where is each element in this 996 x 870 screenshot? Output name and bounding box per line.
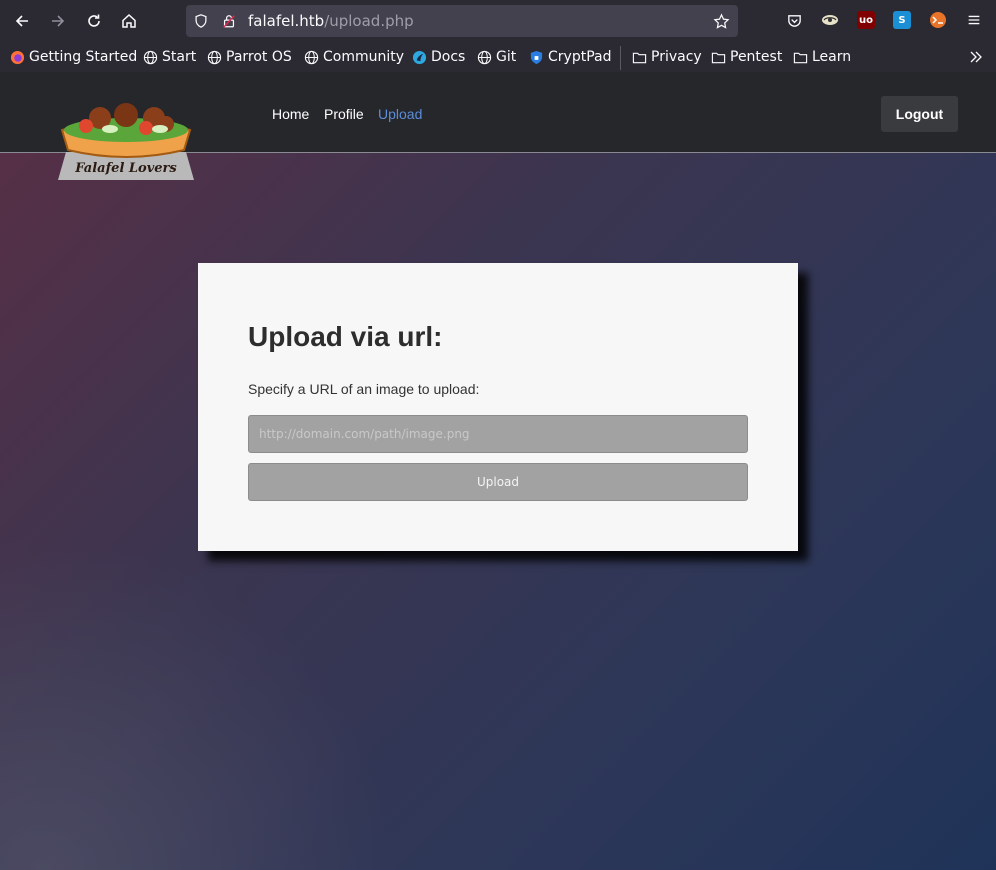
reload-button[interactable] xyxy=(79,6,109,36)
folder-icon xyxy=(793,50,808,65)
bookmark-label: Start xyxy=(162,49,197,65)
s-extension-label: S xyxy=(898,14,906,26)
bookmark-label: Docs xyxy=(431,49,466,65)
bookmark-git[interactable]: Git xyxy=(477,48,516,66)
home-button[interactable] xyxy=(114,6,144,36)
bookmark-label: Parrot OS xyxy=(226,49,292,65)
s-extension-icon[interactable]: S xyxy=(893,11,911,29)
back-button[interactable] xyxy=(7,6,37,36)
url-text[interactable]: falafel.htb/upload.php xyxy=(248,12,414,30)
pocket-icon[interactable] xyxy=(785,11,803,29)
bookmark-folder-learn[interactable]: Learn xyxy=(793,48,851,66)
shield-icon xyxy=(529,50,544,65)
folder-icon xyxy=(711,50,726,65)
bookmark-start[interactable]: Start xyxy=(143,48,196,66)
bookmark-parrot-os[interactable]: Parrot OS xyxy=(207,48,292,66)
nav-link-home[interactable]: Home xyxy=(272,106,309,122)
bookmarks-overflow-chevron-icon[interactable] xyxy=(968,48,984,66)
site-logo[interactable]: Falafel Lovers xyxy=(56,102,196,182)
globe-icon xyxy=(304,50,319,65)
globe-icon xyxy=(477,50,492,65)
bookmark-folder-pentest[interactable]: Pentest xyxy=(711,48,782,66)
bookmarks-toolbar: Getting Started Start Parrot OS Communit… xyxy=(0,42,996,72)
hackbar-icon[interactable] xyxy=(821,11,839,29)
logo-text: Falafel Lovers xyxy=(74,161,177,176)
insecure-lock-icon[interactable] xyxy=(220,12,238,30)
home-icon xyxy=(122,13,136,28)
globe-icon xyxy=(143,50,158,65)
logout-button[interactable]: Logout xyxy=(881,96,958,132)
image-url-input[interactable] xyxy=(248,415,748,453)
bookmark-community[interactable]: Community xyxy=(304,48,404,66)
bookmark-folder-privacy[interactable]: Privacy xyxy=(632,48,702,66)
tracking-shield-icon[interactable] xyxy=(192,12,210,30)
forward-button[interactable] xyxy=(43,6,73,36)
upload-title: Upload via url: xyxy=(248,321,443,352)
url-host: falafel.htb xyxy=(248,12,325,30)
url-path: /upload.php xyxy=(324,12,414,30)
forward-arrow-icon xyxy=(52,15,65,27)
ublock-icon[interactable]: uo xyxy=(857,11,875,29)
nav-link-upload[interactable]: Upload xyxy=(378,106,422,122)
folder-icon xyxy=(632,50,647,65)
bookmark-label: Privacy xyxy=(651,49,702,65)
reload-icon xyxy=(88,14,100,27)
firefox-icon xyxy=(10,50,25,65)
foxyproxy-icon[interactable] xyxy=(929,11,947,29)
docs-icon xyxy=(412,50,427,65)
ublock-icon-label: uo xyxy=(859,14,873,26)
address-bar[interactable]: falafel.htb/upload.php xyxy=(186,5,738,37)
bookmarks-separator xyxy=(620,46,621,70)
bookmark-label: Git xyxy=(496,49,517,65)
bookmark-getting-started[interactable]: Getting Started xyxy=(10,48,137,66)
upload-card: Upload via url: Specify a URL of an imag… xyxy=(198,263,798,551)
back-arrow-icon xyxy=(15,15,28,27)
nav-link-profile[interactable]: Profile xyxy=(324,106,364,122)
bookmark-docs[interactable]: Docs xyxy=(412,48,465,66)
menu-hamburger-icon[interactable] xyxy=(965,11,983,29)
upload-button[interactable]: Upload xyxy=(248,463,748,501)
browser-toolbar: falafel.htb/upload.php uo S xyxy=(0,0,996,42)
globe-icon xyxy=(207,50,222,65)
bookmark-star-icon[interactable] xyxy=(712,12,730,30)
bookmark-label: Getting Started xyxy=(29,49,138,65)
bookmark-cryptpad[interactable]: CryptPad xyxy=(529,48,611,66)
bookmark-label: Pentest xyxy=(730,49,783,65)
bookmark-label: Community xyxy=(323,49,405,65)
upload-description: Specify a URL of an image to upload: xyxy=(248,381,480,397)
bookmark-label: CryptPad xyxy=(548,49,612,65)
bookmark-label: Learn xyxy=(812,49,852,65)
page-content: Home Profile Upload Logout Falafel Lover… xyxy=(0,72,996,870)
